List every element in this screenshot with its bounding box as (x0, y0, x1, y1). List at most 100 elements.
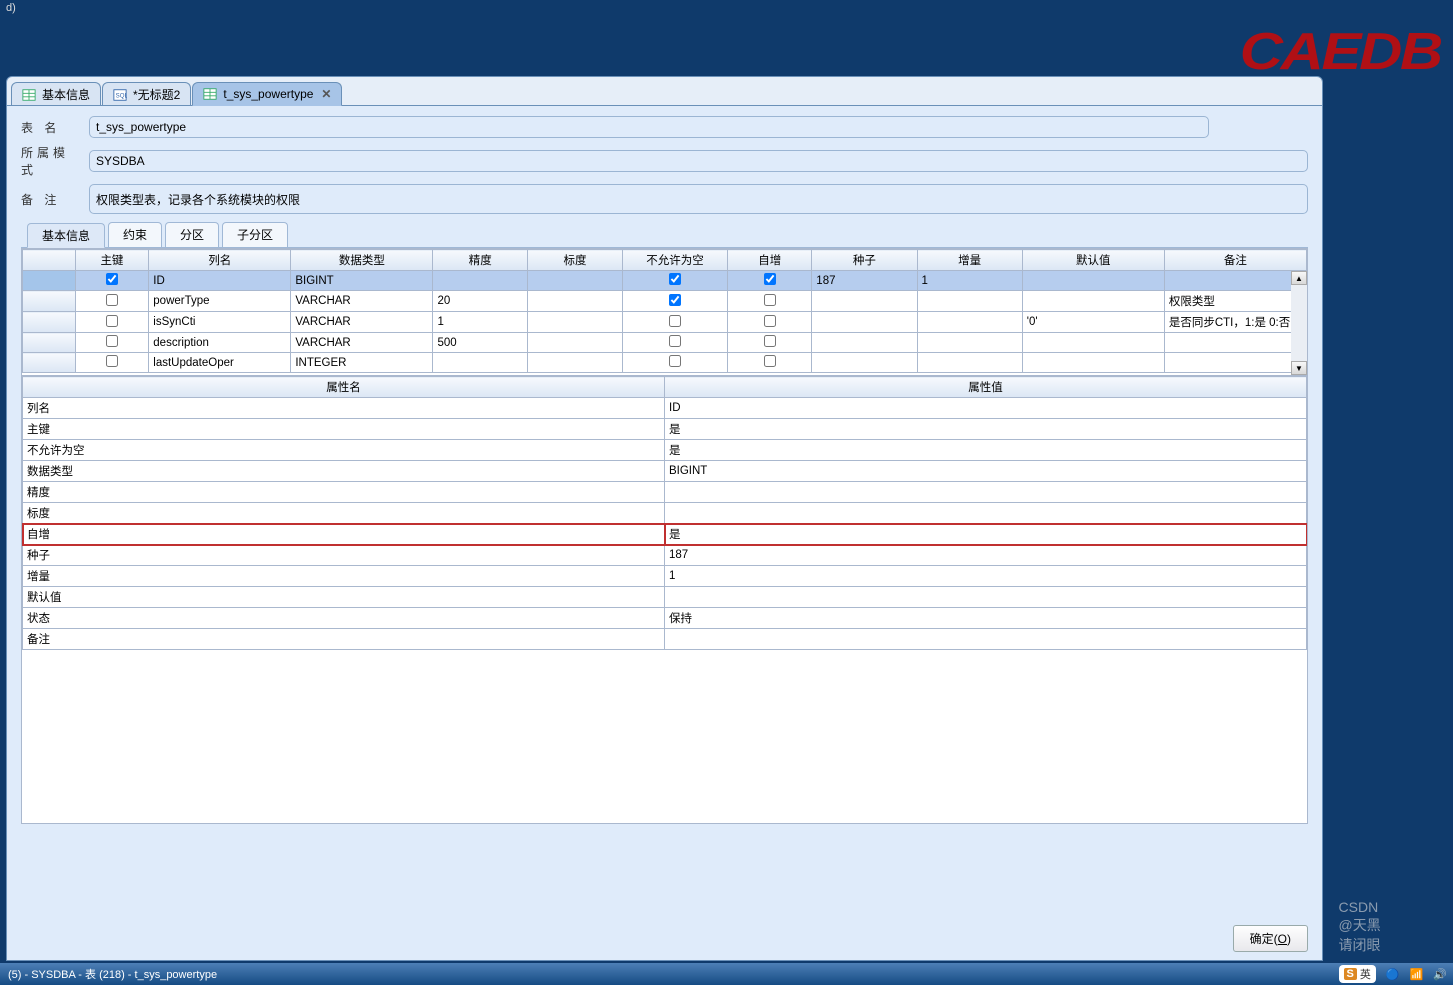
grid-cell[interactable]: 500 (433, 333, 528, 353)
row-header[interactable] (23, 291, 76, 312)
grid-cell[interactable] (75, 271, 149, 291)
grid-cell[interactable] (622, 291, 727, 312)
grid-cell[interactable] (622, 271, 727, 291)
row-header[interactable] (23, 353, 76, 373)
prop-value[interactable] (665, 482, 1307, 503)
prop-value[interactable]: 是 (665, 419, 1307, 440)
checkbox[interactable] (669, 335, 681, 347)
checkbox[interactable] (669, 315, 681, 327)
grid-cell[interactable]: 1 (917, 271, 1022, 291)
col-header[interactable]: 精度 (433, 250, 528, 271)
prop-value[interactable]: 187 (665, 545, 1307, 566)
col-header[interactable]: 种子 (812, 250, 917, 271)
subtab-0[interactable]: 基本信息 (27, 223, 105, 248)
table-row[interactable]: isSynCtiVARCHAR1'0'是否同步CTI，1:是 0:否 (23, 312, 1307, 333)
grid-cell[interactable] (1164, 333, 1306, 353)
grid-cell[interactable] (812, 291, 917, 312)
tray-icon[interactable]: 🔵 (1386, 968, 1400, 981)
grid-cell[interactable]: 187 (812, 271, 917, 291)
checkbox[interactable] (106, 294, 118, 306)
grid-cell[interactable] (917, 312, 1022, 333)
tab-2[interactable]: t_sys_powertype✕ (192, 82, 342, 106)
grid-cell[interactable] (1022, 353, 1164, 373)
grid-cell[interactable]: 权限类型 (1164, 291, 1306, 312)
grid-cell[interactable] (1022, 291, 1164, 312)
grid-cell[interactable] (622, 312, 727, 333)
property-row[interactable]: 主键是 (23, 419, 1307, 440)
tray-icon[interactable]: 📶 (1410, 968, 1424, 981)
tab-1[interactable]: SQL*无标题2 (102, 82, 191, 106)
table-row[interactable]: lastUpdateOperINTEGER (23, 353, 1307, 373)
grid-cell[interactable]: ID (149, 271, 291, 291)
table-row[interactable]: powerTypeVARCHAR20权限类型 (23, 291, 1307, 312)
subtab-1[interactable]: 约束 (108, 222, 162, 247)
row-header[interactable] (23, 312, 76, 333)
grid-cell[interactable]: lastUpdateOper (149, 353, 291, 373)
grid-cell[interactable] (433, 353, 528, 373)
row-header[interactable] (23, 333, 76, 353)
grid-cell[interactable] (917, 353, 1022, 373)
prop-value[interactable]: ID (665, 398, 1307, 419)
grid-cell[interactable] (812, 333, 917, 353)
grid-cell[interactable]: VARCHAR (291, 291, 433, 312)
checkbox[interactable] (764, 355, 776, 367)
prop-value[interactable]: BIGINT (665, 461, 1307, 482)
grid-cell[interactable]: VARCHAR (291, 312, 433, 333)
grid-cell[interactable] (622, 353, 727, 373)
grid-cell[interactable]: 1 (433, 312, 528, 333)
grid-cell[interactable] (75, 291, 149, 312)
grid-cell[interactable]: INTEGER (291, 353, 433, 373)
prop-value[interactable]: 1 (665, 566, 1307, 587)
table-row[interactable]: IDBIGINT 1871 (23, 271, 1307, 291)
property-row[interactable]: 自增是 (23, 524, 1307, 545)
grid-cell[interactable] (728, 312, 812, 333)
checkbox[interactable] (764, 273, 776, 285)
grid-cell[interactable]: VARCHAR (291, 333, 433, 353)
checkbox[interactable] (106, 355, 118, 367)
property-row[interactable]: 标度 (23, 503, 1307, 524)
grid-cell[interactable] (433, 271, 528, 291)
property-row[interactable]: 不允许为空是 (23, 440, 1307, 461)
grid-cell[interactable] (1164, 353, 1306, 373)
tab-0[interactable]: 基本信息 (11, 82, 101, 106)
input-remark[interactable]: 权限类型表，记录各个系统模块的权限 (89, 184, 1308, 214)
grid-cell[interactable] (812, 353, 917, 373)
input-table-name[interactable]: t_sys_powertype (89, 116, 1209, 138)
property-row[interactable]: 默认值 (23, 587, 1307, 608)
checkbox[interactable] (764, 335, 776, 347)
subtab-2[interactable]: 分区 (165, 222, 219, 247)
property-row[interactable]: 增量1 (23, 566, 1307, 587)
col-header[interactable]: 默认值 (1022, 250, 1164, 271)
grid-cell[interactable] (728, 333, 812, 353)
grid-cell[interactable] (528, 353, 623, 373)
grid-cell[interactable]: 20 (433, 291, 528, 312)
checkbox[interactable] (669, 355, 681, 367)
property-row[interactable]: 数据类型BIGINT (23, 461, 1307, 482)
grid-cell[interactable] (75, 333, 149, 353)
col-header[interactable]: 备注 (1164, 250, 1306, 271)
checkbox[interactable] (669, 294, 681, 306)
prop-value[interactable] (665, 629, 1307, 650)
grid-cell[interactable] (528, 291, 623, 312)
ok-button[interactable]: 确定(O) (1233, 925, 1308, 952)
col-header[interactable]: 自增 (728, 250, 812, 271)
grid-cell[interactable] (917, 291, 1022, 312)
prop-value[interactable]: 保持 (665, 608, 1307, 629)
grid-cell[interactable]: BIGINT (291, 271, 433, 291)
grid-scrollbar[interactable]: ▲ ▼ (1291, 271, 1307, 375)
grid-cell[interactable] (812, 312, 917, 333)
property-row[interactable]: 列名ID (23, 398, 1307, 419)
property-row[interactable]: 精度 (23, 482, 1307, 503)
close-icon[interactable]: ✕ (321, 87, 331, 101)
grid-cell[interactable] (1022, 333, 1164, 353)
checkbox[interactable] (106, 315, 118, 327)
grid-cell[interactable]: description (149, 333, 291, 353)
grid-cell[interactable] (622, 333, 727, 353)
grid-cell[interactable] (917, 333, 1022, 353)
grid-cell[interactable] (75, 312, 149, 333)
input-schema[interactable]: SYSDBA (89, 150, 1308, 172)
checkbox[interactable] (764, 315, 776, 327)
checkbox[interactable] (106, 335, 118, 347)
property-row[interactable]: 状态保持 (23, 608, 1307, 629)
checkbox[interactable] (106, 273, 118, 285)
